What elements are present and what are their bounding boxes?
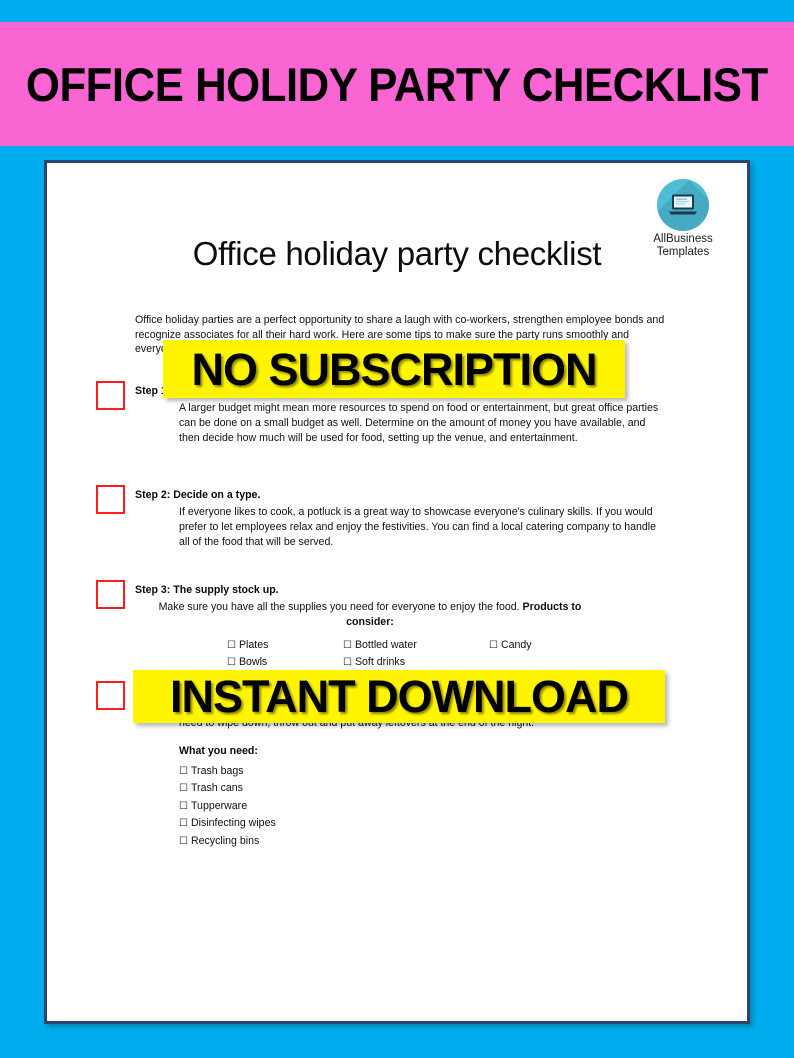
checkbox-label: Disinfecting wipes — [190, 817, 276, 830]
checkbox-item[interactable]: ☐ Recycling bins — [179, 833, 276, 850]
laptop-icon — [657, 179, 709, 231]
document-title: Office holiday party checklist — [192, 235, 602, 272]
checkbox-icon: ☐ — [227, 657, 236, 669]
checkbox-item[interactable]: ☐ Trash bags — [179, 763, 276, 780]
checkbox-item[interactable]: ☐ Plates — [227, 637, 273, 654]
checkbox-label: Plates — [238, 639, 269, 651]
checkbox-item[interactable]: ☐ Candy — [489, 637, 532, 654]
no-subscription-text: NO SUBSCRIPTION — [191, 343, 597, 395]
checkbox-icon: ☐ — [343, 640, 352, 651]
headline-banner: OFFICE HOLIDY PARTY CHECKLIST — [0, 22, 794, 146]
checkbox-icon: ☐ — [489, 640, 498, 651]
checkbox-label: Recycling bins — [190, 834, 260, 847]
checkbox-label: Bowls — [238, 656, 268, 669]
checkbox-icon: ☐ — [179, 766, 188, 777]
step-3-body: Make sure you have all the supplies you … — [135, 600, 605, 630]
instant-download-overlay: INSTANT DOWNLOAD — [133, 670, 665, 723]
checkbox-item[interactable]: ☐ Tupperware — [179, 798, 276, 815]
step-1-body: A larger budget might mean more resource… — [179, 402, 659, 444]
step-3-heading: Step 3: The supply stock up. — [135, 584, 279, 596]
laptop-glyph — [669, 194, 697, 215]
checkbox-item[interactable]: ☐ Trash cans — [179, 780, 276, 797]
checkbox-icon: ☐ — [179, 835, 188, 847]
checkbox-icon: ☐ — [343, 657, 352, 669]
checkbox-label: Trash bags — [190, 765, 244, 777]
step-2-body: If everyone likes to cook, a potluck is … — [179, 506, 657, 548]
headline-title: OFFICE HOLIDY PARTY CHECKLIST — [26, 57, 768, 111]
checkbox-item[interactable]: ☐ Disinfecting wipes — [179, 815, 276, 832]
screenshot-root: OFFICE HOLIDY PARTY CHECKLIST AllBusines… — [0, 0, 794, 1058]
checkbox-item[interactable]: ☐ Bottled water — [343, 637, 417, 654]
products-column-3: ☐ Candy — [489, 637, 532, 654]
checkbox-label: Tupperware — [190, 799, 248, 812]
checkbox-label: Bottled water — [354, 639, 417, 651]
step-3-checkbox[interactable] — [96, 580, 125, 609]
what-you-need-list: ☐ Trash bags ☐ Trash cans ☐ Tupperware ☐ Dis… — [179, 763, 276, 850]
document-page: AllBusiness Templates Office holiday par… — [47, 163, 747, 1021]
step-2-heading: Step 2: Decide on a type. — [135, 489, 261, 501]
no-subscription-overlay: NO SUBSCRIPTION — [163, 340, 625, 398]
checkbox-label: Soft drinks — [354, 656, 406, 669]
instant-download-text: INSTANT DOWNLOAD — [169, 671, 629, 722]
what-you-need-label: What you need: — [179, 745, 258, 757]
checkbox-icon: ☐ — [179, 818, 188, 830]
step-2-checkbox[interactable] — [96, 485, 125, 514]
step-4-checkbox[interactable] — [96, 681, 125, 710]
step-1-checkbox[interactable] — [96, 381, 125, 410]
checkbox-icon: ☐ — [227, 640, 236, 651]
checkbox-label: Trash cans — [190, 782, 243, 795]
checkbox-icon: ☐ — [179, 800, 188, 812]
checkbox-label: Candy — [500, 639, 532, 651]
checkbox-icon: ☐ — [179, 783, 188, 795]
step-3-body-text: Make sure you have all the supplies you … — [158, 601, 520, 613]
